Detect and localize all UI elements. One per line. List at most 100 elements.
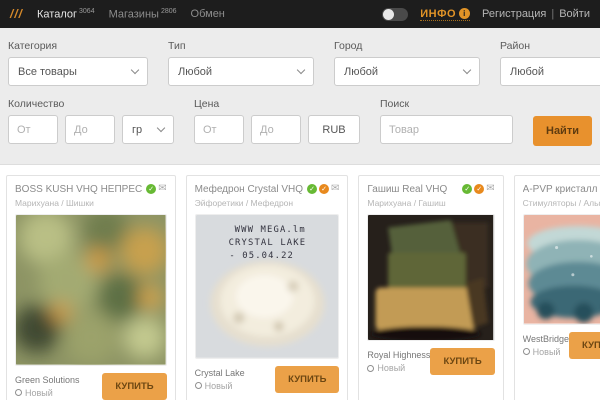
product-image[interactable] [523,214,600,325]
nav-item-exchange[interactable]: Обмен [191,8,225,20]
message-envelope-icon[interactable]: ✉ [486,184,494,194]
image-handwriting-line2: CRYSTAL LAKE [228,238,306,248]
badge-group: ✓ ✓ ✉ [307,184,339,194]
login-link[interactable]: Войти [559,8,590,20]
vendor-block: Green Solutions Новый [15,375,80,398]
city-select[interactable]: Любой [334,57,480,86]
vendor-block: Royal Highness Новый [367,350,430,373]
product-card: Мефедрон Crystal VHQ ✓ ✓ ✉ Эйфоретики / … [186,175,349,400]
filter-city: Город Любой [334,40,480,86]
district-select[interactable]: Любой [500,57,600,86]
product-image[interactable] [15,214,167,366]
top-nav: /// Каталог3064 Магазины2806 Обмен ИНФОi… [0,0,600,28]
nav-exchange-label: Обмен [191,8,225,20]
verified-check-icon: ✓ [462,184,472,194]
filter-category: Категория Все товары [8,40,148,86]
vendor-link[interactable]: Green Solutions [15,375,80,385]
nav-shops-label: Магазины [109,8,159,20]
category-value: Все товары [18,66,77,78]
nav-right-group: ИНФОi Регистрация | Войти [382,8,590,21]
product-image[interactable] [367,214,494,341]
quantity-inputs: гр [8,115,174,144]
price-label: Цена [194,98,360,110]
chevron-down-icon [463,66,471,74]
verified-check-icon: ✓ [146,184,156,194]
vendor-block: Crystal Lake Новый [195,368,245,391]
product-card: BOSS KUSH VHQ НЕПРЕС ✓ ✉ Марихуана / Шиш… [6,175,176,400]
nav-item-catalog[interactable]: Каталог3064 [37,8,95,21]
image-handwriting-line3: - 05.04.22 [229,251,294,261]
theme-toggle[interactable] [382,8,408,21]
filter-row-2: Количество гр Цена RUB Поиск Найти [8,98,592,146]
status-label: Новый [25,388,53,398]
product-image[interactable]: WWW MEGA.lm CRYSTAL LAKE - 05.04.22 [195,214,340,359]
nav-catalog-count: 3064 [79,8,95,15]
quantity-unit-value: гр [132,124,142,136]
vendor-link[interactable]: Royal Highness [367,350,430,360]
quantity-label: Количество [8,98,174,110]
price-currency-select[interactable]: RUB [308,115,360,144]
filter-district: Район Любой [500,40,600,86]
nav-catalog-label: Каталог [37,8,77,20]
toggle-knob-icon [383,9,394,20]
auth-divider: | [551,8,554,20]
type-select[interactable]: Любой [168,57,314,86]
register-link[interactable]: Регистрация [482,8,546,20]
district-value: Любой [510,66,544,78]
auth-links: Регистрация | Войти [482,8,590,20]
filter-row-1: Категория Все товары Тип Любой Город Люб… [8,40,592,86]
info-link[interactable]: ИНФОi [420,8,470,21]
vendor-status: Новый [15,388,80,398]
category-select[interactable]: Все товары [8,57,148,86]
chevron-down-icon [157,124,165,132]
status-dot-icon [523,348,530,355]
product-category: Эйфоретики / Мефедрон [195,198,340,208]
price-to-input[interactable] [251,115,301,144]
image-handwriting-line1: WWW MEGA.lm [234,225,305,235]
search-input[interactable] [380,115,513,144]
nav-shops-count: 2806 [161,8,177,15]
brand-logo[interactable]: /// [10,7,23,21]
type-label: Тип [168,40,314,52]
product-card: A-PVP кристалл ✓ ✉ Стимуляторы / Альфа [514,175,600,400]
buy-button[interactable]: КУПИТЬ [430,348,494,375]
product-title[interactable]: A-PVP кристалл [523,184,598,195]
vendor-block: WestBridge Новый [523,334,569,357]
vendor-status: Новый [195,381,245,391]
premium-check-icon: ✓ [474,184,484,194]
chevron-down-icon [297,66,305,74]
status-label: Новый [533,347,561,357]
price-from-input[interactable] [194,115,244,144]
status-dot-icon [367,365,374,372]
district-label: Район [500,40,600,52]
filter-search: Поиск [380,98,513,146]
vendor-link[interactable]: Crystal Lake [195,368,245,378]
filter-quantity: Количество гр [8,98,174,146]
product-title[interactable]: Гашиш Real VHQ [367,184,447,195]
city-label: Город [334,40,480,52]
price-inputs: RUB [194,115,360,144]
buy-button[interactable]: КУПИТЬ [102,373,166,400]
badge-group: ✓ ✉ [146,184,166,194]
product-grid: BOSS KUSH VHQ НЕПРЕС ✓ ✉ Марихуана / Шиш… [0,165,600,400]
filter-panel: Категория Все товары Тип Любой Город Люб… [0,28,600,165]
search-label: Поиск [380,98,513,110]
premium-check-icon: ✓ [319,184,329,194]
quantity-to-input[interactable] [65,115,115,144]
quantity-unit-select[interactable]: гр [122,115,174,144]
message-envelope-icon[interactable]: ✉ [158,184,166,194]
product-category: Марихуана / Шишки [15,198,167,208]
vendor-link[interactable]: WestBridge [523,334,569,344]
city-value: Любой [344,66,378,78]
buy-button[interactable]: КУПИТЬ [275,366,339,393]
status-dot-icon [15,389,22,396]
status-dot-icon [195,382,202,389]
find-button[interactable]: Найти [533,116,592,146]
vendor-status: Новый [523,347,569,357]
product-title[interactable]: Мефедрон Crystal VHQ [195,184,303,195]
product-title[interactable]: BOSS KUSH VHQ НЕПРЕС [15,184,142,195]
buy-button[interactable]: КУПИТЬ [569,332,600,359]
quantity-from-input[interactable] [8,115,58,144]
message-envelope-icon[interactable]: ✉ [331,184,339,194]
nav-item-shops[interactable]: Магазины2806 [109,8,177,21]
